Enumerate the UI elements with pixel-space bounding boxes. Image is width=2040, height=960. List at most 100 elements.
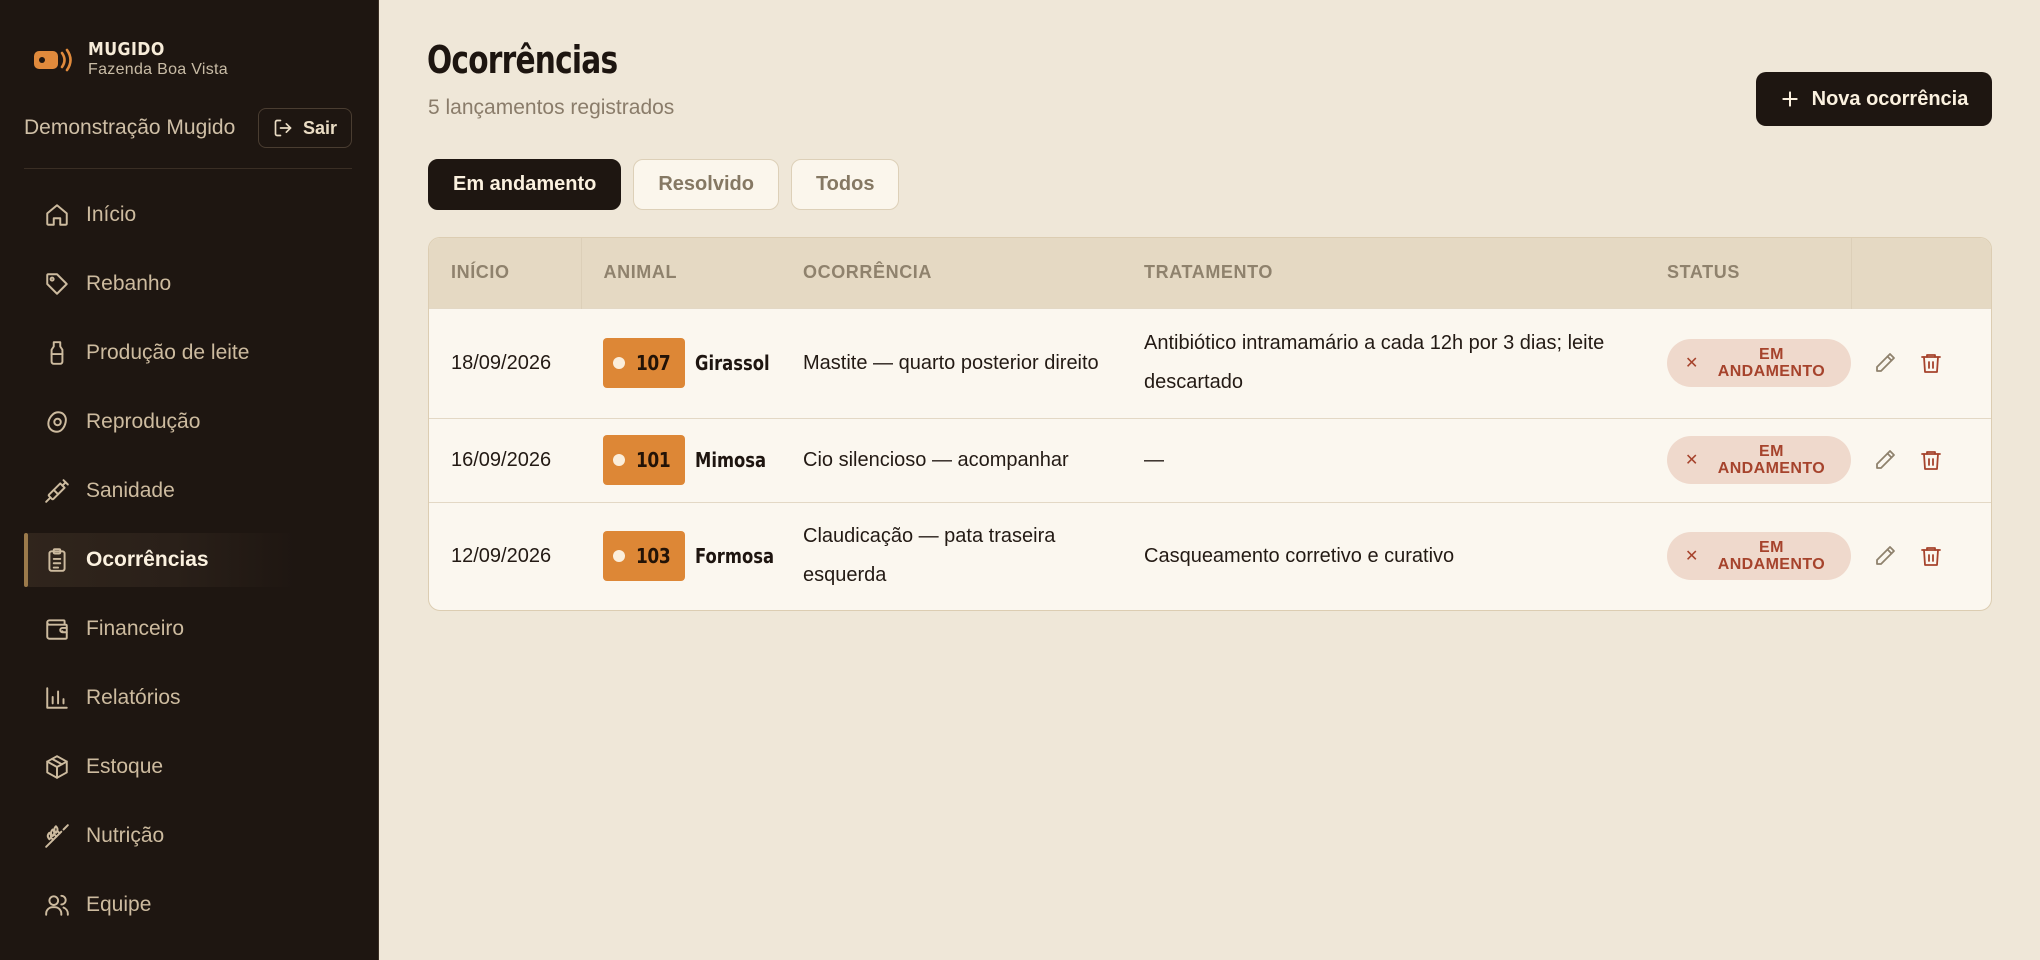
- wallet-icon: [44, 616, 70, 642]
- occurrence-text: Mastite — quarto posterior direito: [803, 351, 1099, 374]
- status-filter-tabs: Em andamento Resolvido Todos: [428, 159, 900, 210]
- sidebar-item-inicio[interactable]: Início: [24, 188, 352, 242]
- sidebar-nav: Início Rebanho Produção de leite Reprodu…: [24, 188, 352, 947]
- edit-pencil-icon[interactable]: [1873, 448, 1897, 472]
- brand-name: MUGIDO: [88, 39, 165, 60]
- tag-dot-icon: [613, 357, 625, 369]
- table-row[interactable]: 18/09/2026 107 Girassol Mastite — quarto…: [429, 308, 1991, 418]
- sidebar-item-nutricao[interactable]: Nutrição: [24, 809, 352, 863]
- farm-name: Fazenda Boa Vista: [88, 61, 229, 78]
- column-header-tratamento[interactable]: TRATAMENTO: [1122, 238, 1645, 308]
- ear-tag-badge: 107: [603, 338, 686, 388]
- sidebar-item-label: Relatórios: [86, 686, 181, 709]
- sidebar-item-rebanho[interactable]: Rebanho: [24, 257, 352, 311]
- sidebar-item-label: Reprodução: [86, 410, 201, 433]
- sidebar-item-label: Ocorrências: [86, 548, 209, 571]
- box-icon: [44, 754, 70, 780]
- sidebar-item-equipe[interactable]: Equipe: [24, 878, 352, 932]
- delete-trash-icon[interactable]: [1919, 351, 1943, 375]
- sidebar-item-label: Início: [86, 203, 137, 226]
- row-actions: [1873, 448, 1991, 472]
- milk-bottle-icon: [44, 340, 70, 366]
- table-row[interactable]: 12/09/2026 103 Formosa Claudicação — pat…: [429, 502, 1991, 610]
- filter-resolvido[interactable]: Resolvido: [633, 159, 779, 210]
- table-header-row: INÍCIO ANIMAL OCORRÊNCIA TRATAMENTO STAT…: [429, 238, 1991, 308]
- row-actions: [1873, 544, 1991, 568]
- edit-pencil-icon[interactable]: [1873, 351, 1897, 375]
- brand[interactable]: MUGIDO Fazenda Boa Vista: [32, 40, 228, 80]
- new-occurrence-button[interactable]: Nova ocorrência: [1756, 72, 1992, 126]
- treatment-text: —: [1144, 448, 1164, 471]
- occurrence-text: Claudicação — pata traseira esquerda: [803, 525, 1056, 587]
- delete-trash-icon[interactable]: [1919, 544, 1943, 568]
- sidebar-item-label: Equipe: [86, 893, 152, 916]
- occurrences-table: INÍCIO ANIMAL OCORRÊNCIA TRATAMENTO STAT…: [428, 237, 1992, 611]
- status-badge[interactable]: ✕ EM ANDAMENTO: [1667, 436, 1851, 484]
- start-date: 12/09/2026: [451, 544, 552, 567]
- wheat-icon: [44, 823, 70, 849]
- logout-button[interactable]: Sair: [257, 108, 352, 148]
- bar-chart-icon: [44, 685, 70, 711]
- sidebar-item-label: Nutrição: [86, 824, 165, 847]
- animal-name: Mimosa: [695, 447, 767, 472]
- sidebar-item-producao-de-leite[interactable]: Produção de leite: [24, 326, 352, 380]
- start-date: 18/09/2026: [451, 351, 552, 374]
- filter-todos[interactable]: Todos: [790, 159, 900, 210]
- ear-tag-badge: 103: [603, 531, 686, 582]
- filter-em-andamento[interactable]: Em andamento: [428, 159, 622, 210]
- animal-cell[interactable]: 103 Formosa: [603, 531, 781, 582]
- sidebar-item-reproducao[interactable]: Reprodução: [24, 395, 352, 449]
- sidebar-item-relatorios[interactable]: Relatórios: [24, 671, 352, 725]
- egg-icon: [44, 409, 70, 435]
- user-name: Demonstração Mugido: [24, 116, 236, 139]
- close-icon: ✕: [1685, 547, 1699, 565]
- sidebar-item-label: Sanidade: [86, 479, 175, 502]
- tag-dot-icon: [613, 550, 625, 563]
- sidebar-item-ocorrencias[interactable]: Ocorrências: [24, 533, 296, 587]
- sidebar-item-label: Produção de leite: [86, 341, 250, 364]
- logout-icon: [273, 118, 293, 138]
- column-header-actions: [1851, 238, 1991, 308]
- plus-icon: [1780, 89, 1800, 109]
- cowbell-logo-icon: [32, 40, 74, 80]
- page-subtitle: 5 lançamentos registrados: [428, 96, 675, 119]
- tag-dot-icon: [613, 454, 625, 466]
- animal-name: Formosa: [695, 543, 775, 568]
- treatment-text: Casqueamento corretivo e curativo: [1144, 544, 1455, 567]
- sidebar-item-label: Rebanho: [86, 272, 172, 295]
- syringe-icon: [44, 478, 70, 504]
- status-badge[interactable]: ✕ EM ANDAMENTO: [1667, 339, 1851, 387]
- occurrence-text: Cio silencioso — acompanhar: [803, 448, 1069, 471]
- sidebar-item-sanidade[interactable]: Sanidade: [24, 464, 352, 518]
- delete-trash-icon[interactable]: [1919, 448, 1943, 472]
- sidebar-item-estoque[interactable]: Estoque: [24, 740, 352, 794]
- sidebar-item-label: Financeiro: [86, 617, 185, 640]
- column-header-animal[interactable]: ANIMAL: [581, 238, 781, 308]
- column-header-inicio[interactable]: INÍCIO: [429, 238, 582, 308]
- sidebar-divider: [24, 168, 352, 169]
- user-row: Demonstração Mugido Sair: [24, 108, 352, 148]
- logout-label: Sair: [302, 117, 337, 138]
- ear-tag-badge: 101: [603, 435, 686, 485]
- animal-cell[interactable]: 107 Girassol: [603, 338, 781, 388]
- sidebar: MUGIDO Fazenda Boa Vista Demonstração Mu…: [0, 0, 379, 960]
- treatment-text: Antibiótico intramamário a cada 12h por …: [1144, 332, 1605, 393]
- tag-icon: [44, 271, 70, 297]
- table-row[interactable]: 16/09/2026 101 Mimosa Cio silencioso — a…: [429, 418, 1991, 502]
- column-header-ocorrencia[interactable]: OCORRÊNCIA: [781, 238, 1122, 308]
- animal-cell[interactable]: 101 Mimosa: [603, 435, 781, 485]
- page-title: Ocorrências: [427, 38, 618, 82]
- clipboard-icon: [44, 547, 70, 573]
- home-icon: [44, 202, 70, 228]
- close-icon: ✕: [1685, 354, 1699, 372]
- users-icon: [44, 892, 70, 918]
- animal-name: Girassol: [695, 350, 770, 375]
- edit-pencil-icon[interactable]: [1873, 544, 1897, 568]
- start-date: 16/09/2026: [451, 448, 552, 471]
- close-icon: ✕: [1685, 451, 1699, 469]
- sidebar-item-label: Estoque: [86, 755, 164, 778]
- sidebar-item-financeiro[interactable]: Financeiro: [24, 602, 352, 656]
- column-header-status[interactable]: STATUS: [1645, 238, 1852, 308]
- status-badge[interactable]: ✕ EM ANDAMENTO: [1667, 532, 1851, 581]
- new-occurrence-label: Nova ocorrência: [1811, 87, 1969, 110]
